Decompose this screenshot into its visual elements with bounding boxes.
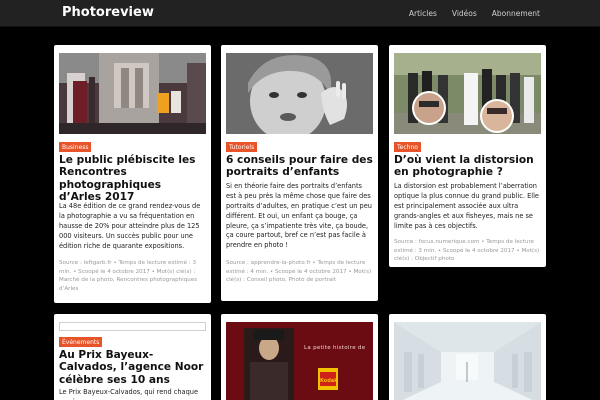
category-badge[interactable]: Techno — [394, 142, 421, 153]
nav-videos[interactable]: Vidéos — [452, 9, 477, 18]
article-image[interactable] — [394, 53, 541, 134]
nav-articles[interactable]: Articles — [409, 9, 437, 18]
article-image-placeholder[interactable] — [59, 322, 206, 331]
article-excerpt: Le Prix Bayeux-Calvados, qui rend chaque… — [59, 388, 199, 400]
article-image[interactable] — [394, 322, 541, 400]
article-meta: Source : apprendre-la-photo.fr • Temps d… — [226, 260, 372, 284]
category-badge[interactable]: Tutoriels — [226, 142, 258, 153]
article-card[interactable] — [389, 314, 546, 400]
article-card[interactable]: Événements Au Prix Bayeux-Calvados, l’ag… — [54, 314, 211, 400]
article-excerpt: La 48e édition de ce grand rendez-vous d… — [59, 202, 201, 250]
article-card[interactable]: Business Le public plébiscite les Rencon… — [54, 45, 211, 303]
article-image[interactable] — [59, 53, 206, 134]
article-title[interactable]: 6 conseils pour faire des portraits d’en… — [226, 154, 373, 179]
article-card[interactable]: La petite histoire de Kodak — [221, 314, 378, 400]
article-title[interactable]: Le public plébiscite les Rencontres phot… — [59, 154, 206, 203]
article-title[interactable]: D’où vient la distorsion en photographie… — [394, 154, 541, 179]
category-badge[interactable]: Business — [59, 142, 92, 153]
image-caption: La petite histoire de — [304, 345, 366, 351]
site-logo[interactable]: Photoreview — [62, 5, 154, 20]
article-meta: Source : focus.numerique.com • Temps de … — [394, 239, 540, 263]
kodak-logo: Kodak — [320, 378, 338, 384]
article-excerpt: Si en théorie faire des portraits d’enfa… — [226, 182, 372, 250]
article-excerpt: La distorsion est probablement l’aberrat… — [394, 182, 539, 230]
article-meta: Source : leftgarb.fr • Temps de lecture … — [59, 260, 198, 292]
main-nav: Articles Vidéos Abonnement — [409, 9, 540, 18]
article-title[interactable]: Au Prix Bayeux-Calvados, l’agence Noor c… — [59, 349, 206, 386]
top-navbar: Photoreview Articles Vidéos Abonnement — [0, 0, 600, 27]
article-card[interactable]: Techno D’où vient la distorsion en photo… — [389, 45, 546, 267]
article-card[interactable]: Tutoriels 6 conseils pour faire des port… — [221, 45, 378, 301]
nav-abonnement[interactable]: Abonnement — [492, 9, 540, 18]
category-badge[interactable]: Événements — [59, 337, 103, 348]
article-image[interactable]: La petite histoire de Kodak — [226, 322, 373, 400]
article-image[interactable] — [226, 53, 373, 134]
